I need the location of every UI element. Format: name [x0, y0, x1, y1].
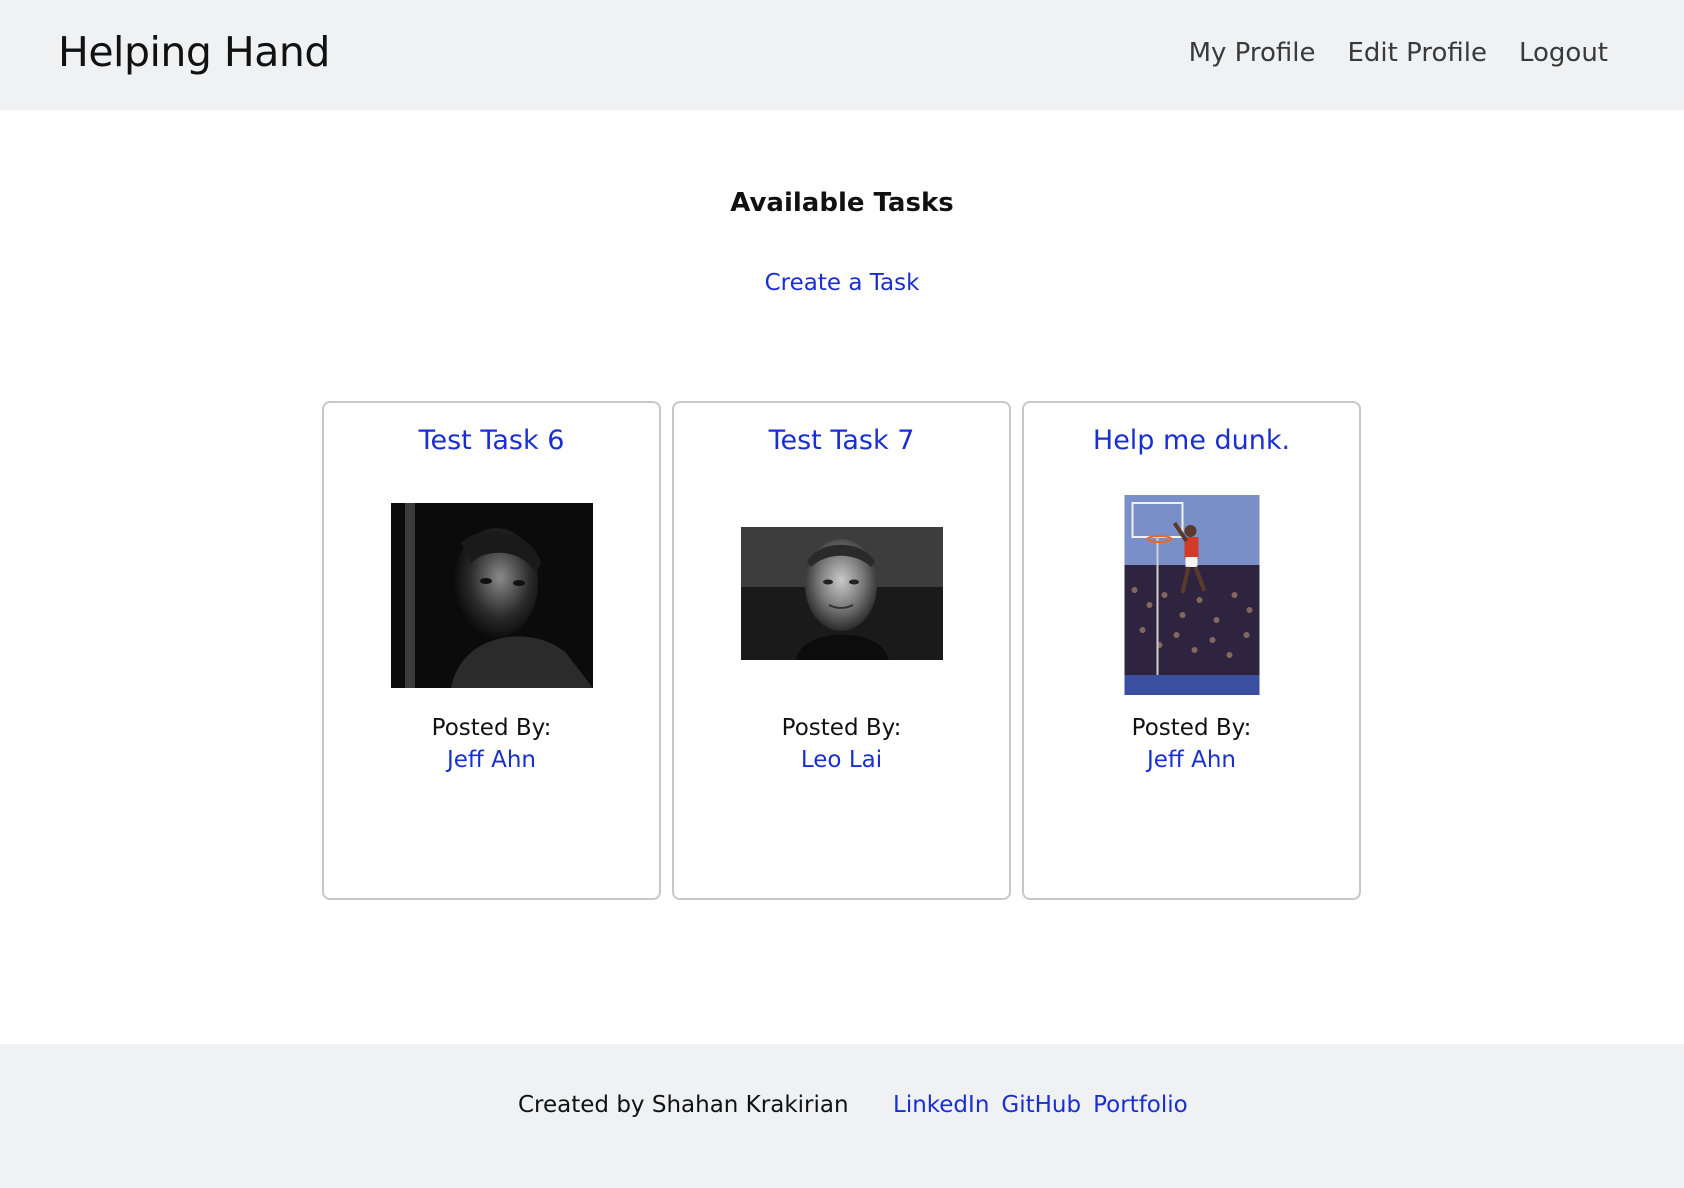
task-title-link[interactable]: Help me dunk.: [1024, 425, 1359, 456]
create-task-container: Create a Task: [0, 270, 1684, 296]
footer-credit: Created by Shahan Krakirian: [518, 1092, 849, 1118]
posted-by-label: Posted By:: [431, 715, 552, 741]
linkedin-link[interactable]: LinkedIn: [893, 1092, 989, 1118]
task-image[interactable]: [1124, 495, 1259, 695]
nav-my-profile-link[interactable]: My Profile: [1189, 38, 1316, 68]
task-list: Test Task 6 Posted By: Jeff Ahn Test Tas…: [322, 401, 1361, 900]
nav-logout-link[interactable]: Logout: [1519, 38, 1608, 68]
brand-logo[interactable]: Helping Hand: [58, 28, 330, 76]
poster-link[interactable]: Jeff Ahn: [324, 747, 659, 773]
task-image[interactable]: [390, 503, 593, 688]
posted-by-label: Posted By:: [1131, 715, 1252, 741]
task-image[interactable]: [740, 527, 943, 660]
footer-links: LinkedIn GitHub Portfolio: [893, 1092, 1188, 1118]
top-navbar: Helping Hand My Profile Edit Profile Log…: [0, 0, 1684, 110]
task-card: Test Task 7 Posted By: Leo Lai: [672, 401, 1011, 900]
task-card: Help me dunk. Posted By: Jeff Ahn: [1022, 401, 1361, 900]
footer: Created by Shahan Krakirian LinkedIn Git…: [0, 1044, 1684, 1188]
portfolio-link[interactable]: Portfolio: [1093, 1092, 1188, 1118]
task-title-link[interactable]: Test Task 6: [324, 425, 659, 456]
poster-link[interactable]: Jeff Ahn: [1024, 747, 1359, 773]
task-title-link[interactable]: Test Task 7: [674, 425, 1009, 456]
poster-link[interactable]: Leo Lai: [674, 747, 1009, 773]
page-title: Available Tasks: [730, 188, 954, 218]
create-task-link[interactable]: Create a Task: [765, 270, 920, 296]
posted-by-label: Posted By:: [781, 715, 902, 741]
nav-edit-profile-link[interactable]: Edit Profile: [1348, 38, 1487, 68]
github-link[interactable]: GitHub: [1001, 1092, 1081, 1118]
nav-menu: My Profile Edit Profile Logout: [1189, 38, 1608, 68]
task-card: Test Task 6 Posted By: Jeff Ahn: [322, 401, 661, 900]
